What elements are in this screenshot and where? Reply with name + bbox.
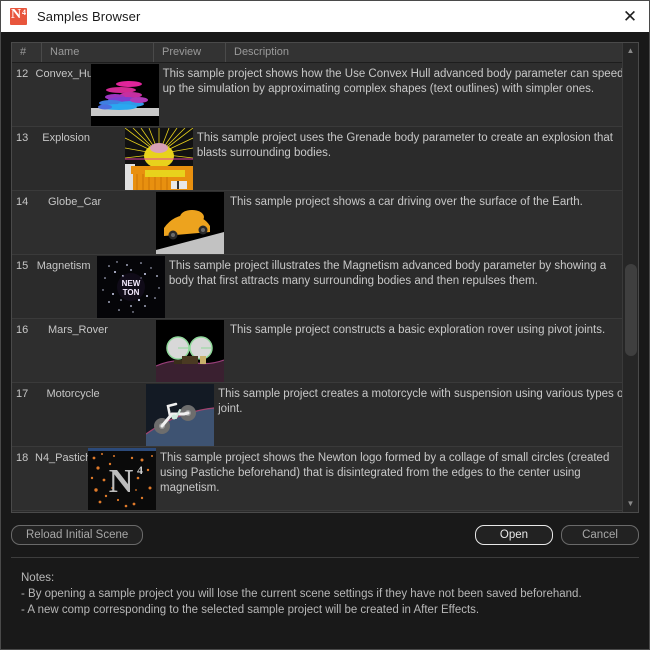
row-number: 16 xyxy=(16,324,29,336)
row-number: 17 xyxy=(16,388,29,400)
table-row[interactable]: 12 Convex_Hull xyxy=(12,63,638,127)
row-name: Mars_Rover xyxy=(48,324,108,336)
row-name: Explosion xyxy=(42,132,90,144)
vertical-scrollbar[interactable]: ▲ ▼ xyxy=(622,43,638,512)
column-header-name[interactable]: Name xyxy=(42,43,154,62)
row-number: 12 xyxy=(16,68,29,80)
row-name: Globe_Car xyxy=(48,196,102,208)
column-header-description[interactable]: Description xyxy=(226,43,638,62)
row-description: This sample project shows the Newton log… xyxy=(160,452,610,494)
row-description: This sample project creates a motorcycle… xyxy=(218,388,627,415)
row-description: This sample project shows a car driving … xyxy=(230,196,583,208)
title-bar: N 4 Samples Browser ✕ xyxy=(1,1,649,32)
reload-initial-scene-button[interactable]: Reload Initial Scene xyxy=(11,525,144,545)
mars-rover-thumbnail xyxy=(156,320,224,382)
close-icon[interactable]: ✕ xyxy=(617,4,643,30)
row-description: This sample project uses the Grenade bod… xyxy=(196,132,613,159)
row-name: Motorcycle xyxy=(46,388,100,400)
table-row[interactable]: 13 Explosion This sample project uses th… xyxy=(12,127,638,191)
table-row[interactable]: 18 N4_Pastiched xyxy=(12,447,638,511)
svg-text:N: N xyxy=(109,463,134,500)
row-name: Magnetism xyxy=(36,260,91,272)
column-header-number[interactable]: # xyxy=(12,43,42,62)
n4-pastiched-thumbnail: N 4 xyxy=(88,448,157,510)
motorcycle-thumbnail xyxy=(146,384,215,446)
row-preview-cell xyxy=(90,63,159,126)
newton-app-icon: N 4 xyxy=(10,7,27,25)
table-row[interactable]: 16 Mars_Rover This sample project constr… xyxy=(12,319,638,383)
row-preview-cell: N 4 xyxy=(88,447,157,510)
svg-text:TON: TON xyxy=(123,288,140,297)
dialog-body: # Name Preview Description 12 Convex_Hul… xyxy=(1,32,649,649)
row-name: Convex_Hull xyxy=(35,68,91,80)
logo-letter: N xyxy=(11,7,21,22)
row-preview-cell xyxy=(154,319,226,382)
row-description: This sample project illustrates the Magn… xyxy=(168,260,607,287)
magnetism-thumbnail: NEW TON xyxy=(96,256,165,318)
row-preview-cell xyxy=(154,191,226,254)
row-preview-cell: NEW TON xyxy=(96,255,165,318)
window-title: Samples Browser xyxy=(37,9,141,24)
scrollbar-thumb[interactable] xyxy=(624,264,637,356)
globe-car-thumbnail xyxy=(156,192,224,254)
table-header-row: # Name Preview Description xyxy=(12,43,638,63)
row-preview-cell xyxy=(146,383,215,446)
row-name: N4_Pastiched xyxy=(35,452,88,464)
table-row[interactable]: 14 Globe_Car This sample project shows a… xyxy=(12,191,638,255)
row-number: 18 xyxy=(16,452,29,464)
explosion-thumbnail xyxy=(124,128,193,190)
logo-superscript: 4 xyxy=(22,8,26,17)
samples-table: # Name Preview Description 12 Convex_Hul… xyxy=(11,42,639,513)
scroll-up-arrow-icon[interactable]: ▲ xyxy=(623,43,639,59)
notes-line-2: - A new comp corresponding to the select… xyxy=(21,604,480,616)
scroll-down-arrow-icon[interactable]: ▼ xyxy=(623,496,639,512)
row-description: This sample project constructs a basic e… xyxy=(230,324,606,336)
notes-heading: Notes: xyxy=(21,572,55,584)
cancel-button[interactable]: Cancel xyxy=(561,525,639,545)
row-preview-cell xyxy=(124,127,193,190)
row-description: This sample project shows how the Use Co… xyxy=(162,68,624,95)
open-button[interactable]: Open xyxy=(475,525,553,545)
row-number: 14 xyxy=(16,196,29,208)
row-number: 15 xyxy=(16,260,29,272)
dialog-button-row: Reload Initial Scene Open Cancel xyxy=(11,513,639,557)
samples-browser-window: N 4 Samples Browser ✕ # Name Preview Des… xyxy=(0,0,650,650)
row-number: 13 xyxy=(16,132,29,144)
notes-line-1: - By opening a sample project you will l… xyxy=(21,588,582,600)
table-row[interactable]: 15 Magnetism NEW TON This sample project… xyxy=(12,255,638,319)
scrollbar-track[interactable] xyxy=(623,59,639,496)
notes-panel: Notes: - By opening a sample project you… xyxy=(11,557,639,649)
table-row[interactable]: 17 Motorcycle This sample project create… xyxy=(12,383,638,447)
convex-hull-thumbnail xyxy=(90,64,159,126)
svg-text:NEW: NEW xyxy=(122,279,141,288)
svg-text:4: 4 xyxy=(137,463,143,477)
table-body: 12 Convex_Hull xyxy=(12,63,638,512)
column-header-preview[interactable]: Preview xyxy=(154,43,226,62)
